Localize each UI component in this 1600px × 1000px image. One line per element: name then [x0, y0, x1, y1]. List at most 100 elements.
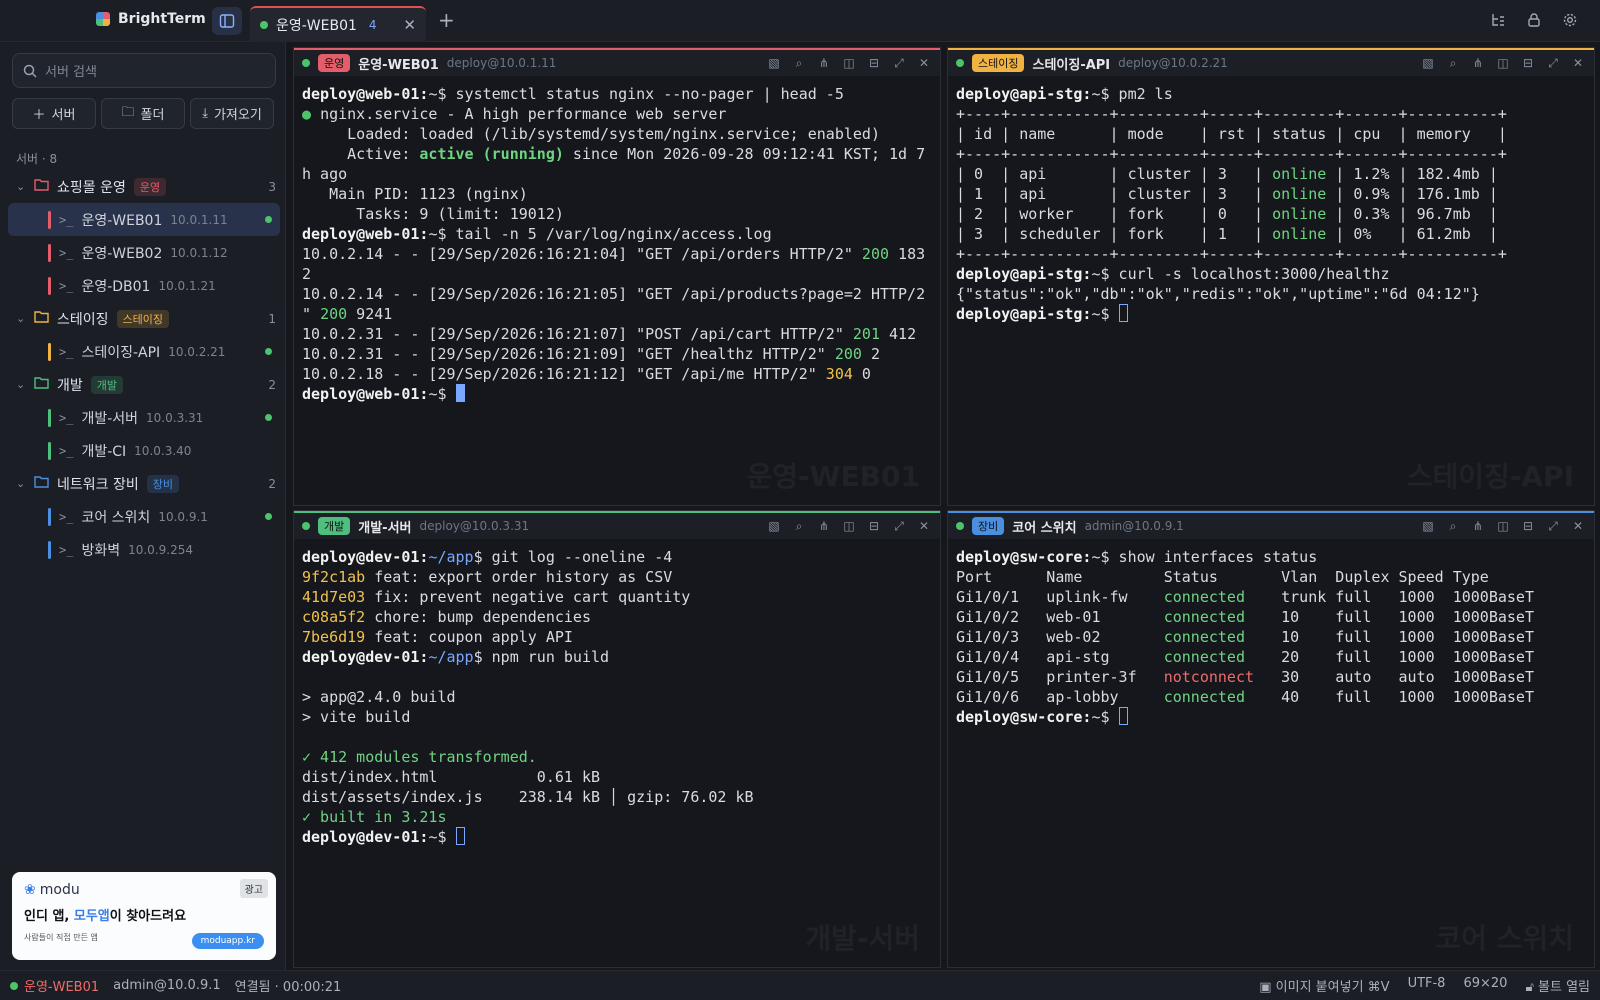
search-icon[interactable]: ⌕: [1445, 519, 1461, 534]
split-vertical-icon[interactable]: ◫: [841, 519, 857, 534]
close-tab-icon[interactable]: ✕: [403, 16, 416, 34]
search-icon[interactable]: ⌕: [791, 56, 807, 71]
server-item[interactable]: >_ 방화벽 10.0.9.254: [8, 533, 280, 566]
maximize-icon[interactable]: ⤢: [891, 519, 907, 534]
pane-status-dot: [302, 59, 310, 67]
terminal-pane[interactable]: 장비 코어 스위치 admin@10.0.9.1 ▧ ⌕ ⋔ ◫ ⊟ ⤢ ✕ deploy@sw-c…: [947, 510, 1595, 968]
server-item[interactable]: >_ 운영-WEB01 10.0.1.11: [8, 203, 280, 236]
online-status-dot: [265, 348, 272, 355]
terminal-text: deploy@dev-01:: [302, 548, 429, 566]
split-horizontal-icon[interactable]: ⊟: [866, 56, 882, 71]
close-pane-icon[interactable]: ✕: [916, 56, 932, 71]
close-pane-icon[interactable]: ✕: [1570, 56, 1586, 71]
search-icon[interactable]: ⌕: [1445, 56, 1461, 71]
terminal-pane[interactable]: 운영 운영-WEB01 deploy@10.0.1.11 ▧ ⌕ ⋔ ◫ ⊟ ⤢ ✕ deploy@…: [293, 47, 941, 506]
pane-server-name: 코어 스위치: [1012, 520, 1077, 536]
sidebar-toggle-button[interactable]: [212, 7, 242, 35]
maximize-icon[interactable]: ⤢: [1545, 56, 1561, 71]
pane-server-name: 개발-서버: [358, 520, 412, 536]
import-button[interactable]: ⤓ 가져오기: [190, 98, 274, 129]
group-name: 개발: [57, 377, 83, 394]
server-item[interactable]: >_ 스테이징-API 10.0.2.21: [8, 335, 280, 368]
split-vertical-icon[interactable]: ◫: [841, 56, 857, 71]
split-vertical-icon[interactable]: ◫: [1495, 519, 1511, 534]
close-pane-icon[interactable]: ✕: [916, 519, 932, 534]
terminal-line: 9f2c1ab feat: export order history as CS…: [302, 567, 932, 587]
new-tab-button[interactable]: +: [438, 8, 455, 32]
settings-gear-icon[interactable]: [1560, 10, 1580, 30]
server-ip: 10.0.2.21: [168, 344, 226, 359]
sftp-tree-icon[interactable]: ⋔: [1470, 519, 1486, 534]
server-section-title: 서버 · 8: [16, 152, 58, 166]
split-vertical-icon[interactable]: ◫: [1495, 56, 1511, 71]
image-upload-icon[interactable]: ▧: [766, 519, 782, 534]
terminal-text: Main PID: 1123 (nginx): [302, 185, 528, 203]
server-item[interactable]: >_ 운영-DB01 10.0.1.21: [8, 269, 280, 302]
maximize-icon[interactable]: ⤢: [1545, 519, 1561, 534]
terminal-line: Gi1/0/1 uplink-fw connected trunk full 1…: [956, 587, 1586, 607]
sftp-tree-icon[interactable]: ⋔: [1470, 56, 1486, 71]
server-color-bar: [48, 540, 51, 559]
server-item[interactable]: >_ 운영-WEB02 10.0.1.12: [8, 236, 280, 269]
terminal-text: deploy@web-01:: [302, 225, 429, 243]
terminal-text: 30 auto auto 1000BaseT: [1254, 668, 1534, 686]
server-group[interactable]: ⌄ 쇼핑몰 운영 운영 3: [8, 170, 280, 203]
sftp-tree-icon[interactable]: ⋔: [816, 519, 832, 534]
terminal-line: Gi1/0/5 printer-3f notconnect 30 auto au…: [956, 667, 1586, 687]
terminal-line: ✓ built in 3.21s: [302, 807, 932, 827]
add-server-button[interactable]: ＋ 서버: [12, 98, 96, 129]
split-horizontal-icon[interactable]: ⊟: [1520, 56, 1536, 71]
terminal-text: ~$ tail -n 5 /var/log/nginx/access.log: [428, 225, 772, 243]
terminal-line: > app@2.4.0 build: [302, 687, 932, 707]
split-horizontal-icon[interactable]: ⊟: [866, 519, 882, 534]
status-encoding[interactable]: UTF-8: [1408, 976, 1446, 995]
pane-watermark: 개발-서버: [805, 922, 920, 955]
server-item[interactable]: >_ 개발-서버 10.0.3.31: [8, 401, 280, 434]
maximize-icon[interactable]: ⤢: [891, 56, 907, 71]
search-icon[interactable]: ⌕: [791, 519, 807, 534]
search-placeholder: 서버 검색: [45, 65, 97, 80]
server-group[interactable]: ⌄ 개발 개발 2: [8, 368, 280, 401]
paste-image-hint[interactable]: ▣ 이미지 붙여넣기 ⌘V: [1259, 976, 1389, 995]
terminal-pane[interactable]: 스테이징 스테이징-API deploy@10.0.2.21 ▧ ⌕ ⋔ ◫ ⊟ ⤢ ✕ deplo…: [947, 47, 1595, 506]
terminal-line: | 3 | scheduler | fork | 1 | online | 0%…: [956, 224, 1586, 244]
terminal-output[interactable]: deploy@api-stg:~$ pm2 ls +----+----------…: [948, 76, 1594, 332]
ad-url-button[interactable]: moduapp.kr: [191, 933, 264, 949]
terminal-text: deploy@sw-core:: [956, 708, 1092, 726]
terminal-text: 9f2c1ab: [302, 568, 366, 586]
lock-icon[interactable]: [1524, 10, 1544, 30]
status-terminal-size: 69×20: [1463, 976, 1508, 991]
split-horizontal-icon[interactable]: ⊟: [1520, 519, 1536, 534]
ad-banner[interactable]: ❀ modu 광고 인디 앱, 모두앱이 찾아드려요 사람들이 직접 만든 앱 m…: [12, 872, 276, 960]
pane-status-dot: [302, 522, 310, 530]
terminal-text: ~$ curl -s localhost:3000/healthz: [1091, 265, 1390, 283]
tree-view-icon[interactable]: [1488, 10, 1508, 30]
terminal-text: deploy@sw-core:: [956, 548, 1092, 566]
image-upload-icon[interactable]: ▧: [1420, 56, 1436, 71]
server-ip: 10.0.3.40: [134, 443, 192, 458]
terminal-output[interactable]: deploy@dev-01:~/app$ git log --oneline -…: [294, 539, 940, 855]
online-status-dot: [265, 513, 272, 520]
terminal-output[interactable]: deploy@web-01:~$ systemctl status nginx …: [294, 76, 940, 412]
image-upload-icon[interactable]: ▧: [1420, 519, 1436, 534]
server-item[interactable]: >_ 개발-CI 10.0.3.40: [8, 434, 280, 467]
vault-status[interactable]: 🔓︎ 볼트 열림: [1525, 976, 1590, 995]
chevron-down-icon: ⌄: [16, 180, 26, 193]
terminal-text: 304: [825, 365, 853, 383]
server-group[interactable]: ⌄ 네트워크 장비 장비 2: [8, 467, 280, 500]
server-item[interactable]: >_ 코어 스위치 10.0.9.1: [8, 500, 280, 533]
close-pane-icon[interactable]: ✕: [1570, 519, 1586, 534]
server-group[interactable]: ⌄ 스테이징 스테이징 1: [8, 302, 280, 335]
server-search-input[interactable]: 서버 검색: [12, 53, 276, 88]
sftp-tree-icon[interactable]: ⋔: [816, 56, 832, 71]
server-ip: 10.0.1.11: [170, 212, 228, 227]
terminal-output[interactable]: deploy@sw-core:~$ show interfaces status…: [948, 539, 1594, 735]
image-upload-icon[interactable]: ▧: [766, 56, 782, 71]
add-folder-label: 폴더: [140, 108, 165, 123]
group-name: 쇼핑몰 운영: [57, 179, 126, 196]
tab-active-session[interactable]: 운영-WEB01 4 ✕: [250, 6, 426, 42]
terminal-text: 2: [302, 265, 312, 283]
terminal-pane[interactable]: 개발 개발-서버 deploy@10.0.3.31 ▧ ⌕ ⋔ ◫ ⊟ ⤢ ✕ deploy@dev…: [293, 510, 941, 968]
add-folder-button[interactable]: 🗀 폴더: [101, 98, 185, 129]
terminal-text: connected: [1163, 608, 1245, 626]
